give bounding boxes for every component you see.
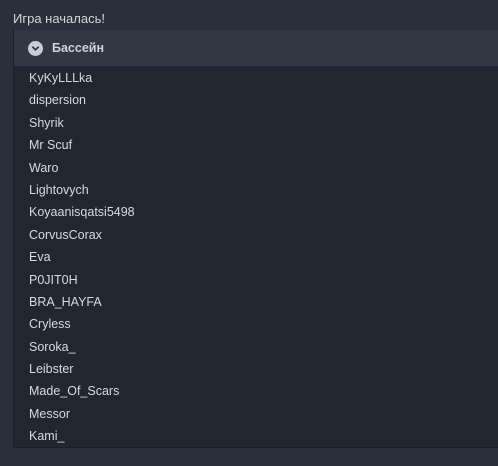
list-item: Leibster [29,362,74,377]
list-item: Soroka_ [29,339,76,354]
list-item: Made_Of_Scars [29,384,120,399]
list-item: Cryless [29,317,71,332]
list-item: dispersion [29,93,86,108]
chevron-down-icon[interactable] [28,40,43,56]
list-item: Koyaanisqatsi5498 [29,205,135,220]
list-item: Mr Scuf [29,138,73,153]
player-list: KyKyLLLka dispersion Shyrik Mr Scuf Waro… [14,66,498,448]
list-item: Waro [29,160,59,175]
list-item: Kami_ [29,429,65,444]
pool-section-title: Бассейн [52,41,105,55]
list-item: KyKyLLLka [29,71,93,85]
list-item: P0JIT0H [29,272,78,287]
pool-section-header[interactable]: Бассейн [14,30,498,66]
list-item: CorvusCorax [29,227,102,242]
game-started-message: Игра началась! [13,11,105,26]
pool-section: Бассейн KyKyLLLka dispersion Shyrik Mr S… [13,30,498,448]
list-item: BRA_HAYFA [29,294,102,309]
list-item: Shyrik [29,115,64,130]
list-item: Messor [29,406,70,421]
list-item: Eva [29,250,51,265]
list-item: Lightovych [29,182,89,197]
